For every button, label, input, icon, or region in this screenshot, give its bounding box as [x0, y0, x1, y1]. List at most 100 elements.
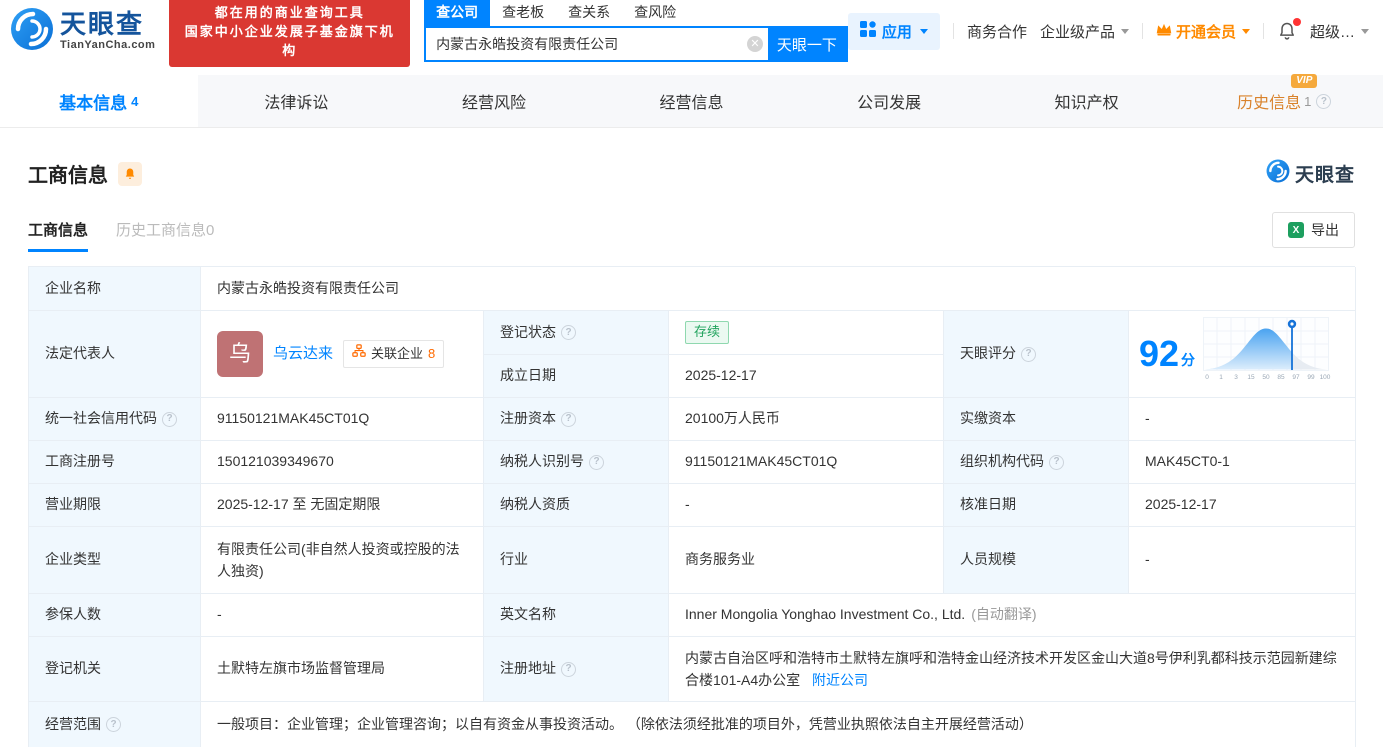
legal-rep-cell: 乌 乌云达来 关联企业 8 — [201, 311, 484, 398]
field-label: 组织机构代码? — [944, 441, 1129, 484]
svg-text:15: 15 — [1247, 374, 1255, 381]
reg-capital-value: 20100万人民币 — [669, 398, 944, 441]
logo-text-en: TianYanCha.com — [60, 39, 156, 51]
subtab-history-business-info[interactable]: 历史工商信息0 — [116, 219, 214, 252]
field-label: 纳税人资质 — [484, 484, 669, 527]
app-grid-icon — [859, 21, 876, 41]
top-menu: 应用 商务合作 企业级产品 开通会员 超级… — [847, 12, 1369, 50]
related-companies-badge[interactable]: 关联企业 8 — [343, 339, 445, 369]
field-label: 天眼评分? — [944, 311, 1129, 398]
subscribe-bell-icon[interactable] — [118, 161, 142, 186]
field-label: 统一社会信用代码? — [29, 398, 201, 441]
field-label: 企业名称 — [29, 267, 201, 311]
help-icon[interactable]: ? — [1316, 93, 1332, 109]
field-label: 法定代表人 — [29, 311, 201, 398]
field-label: 成立日期 — [484, 355, 669, 398]
menu-cooperation[interactable]: 商务合作 — [967, 21, 1027, 42]
divider — [1141, 23, 1143, 39]
company-name-value: 内蒙古永皓投资有限责任公司 — [201, 267, 1356, 311]
help-icon[interactable]: ? — [106, 717, 121, 732]
export-button[interactable]: X 导出 — [1272, 212, 1355, 248]
tab-company-development[interactable]: 公司发展 — [790, 75, 988, 127]
promo-line2: 国家中小企业发展子基金旗下机构 — [184, 23, 395, 58]
search-input[interactable] — [426, 28, 742, 60]
org-code-value: MAK45CT0-1 — [1129, 441, 1356, 484]
svg-text:0: 0 — [1205, 374, 1209, 381]
help-icon[interactable]: ? — [561, 661, 576, 677]
credit-code-value: 91150121MAK45CT01Q — [201, 398, 484, 441]
english-name-value: Inner Mongolia Yonghao Investment Co., L… — [669, 594, 1356, 637]
svg-text:1: 1 — [1219, 374, 1223, 381]
section-header: 工商信息 天眼查 — [28, 159, 1355, 188]
tianyancha-logo[interactable]: 天眼查 TianYanCha.com — [10, 7, 155, 56]
staff-size-value: - — [1129, 527, 1356, 594]
field-label: 营业期限 — [29, 484, 201, 527]
avatar[interactable]: 乌 — [217, 331, 263, 377]
field-label: 核准日期 — [944, 484, 1129, 527]
score-cell[interactable]: 92 分 0 1 3 15 50 85 97 99 100 — [1129, 311, 1356, 398]
help-icon[interactable]: ? — [589, 454, 604, 470]
apps-dropdown[interactable]: 应用 — [847, 12, 940, 50]
svg-text:100: 100 — [1320, 374, 1331, 381]
nearby-companies-link[interactable]: 附近公司 — [812, 672, 868, 688]
search-button[interactable]: 天眼一下 — [767, 28, 846, 60]
field-label: 注册地址? — [484, 637, 669, 702]
help-icon[interactable]: ? — [1049, 454, 1064, 470]
help-icon[interactable]: ? — [561, 411, 576, 427]
taxpayer-id-value: 91150121MAK45CT01Q — [669, 441, 944, 484]
help-icon[interactable]: ? — [561, 325, 576, 340]
tianyancha-logo-icon — [10, 7, 54, 56]
company-type-value: 有限责任公司(非自然人投资或控股的法人独资) — [201, 527, 484, 594]
search-tab-boss[interactable]: 查老板 — [490, 0, 556, 26]
tab-operation-risk[interactable]: 经营风险 — [395, 75, 593, 127]
tab-intellectual-property[interactable]: 知识产权 — [988, 75, 1186, 127]
help-icon[interactable]: ? — [1021, 346, 1036, 362]
field-label: 登记状态? — [484, 311, 669, 355]
tab-count: 4 — [131, 93, 139, 109]
legal-rep-link[interactable]: 乌云达来 — [273, 342, 333, 365]
tab-operation-info[interactable]: 经营信息 — [593, 75, 791, 127]
menu-super-vip[interactable]: 超级… — [1310, 21, 1369, 42]
divider — [952, 23, 954, 39]
search-clear-icon[interactable]: ✕ — [742, 28, 768, 60]
business-term-value: 2025-12-17 至 无固定期限 — [201, 484, 484, 527]
crown-icon — [1156, 22, 1172, 40]
apps-label: 应用 — [881, 23, 912, 41]
reg-status-value: 存续 — [669, 311, 944, 355]
reg-address-value: 内蒙古自治区呼和浩特市土默特左旗呼和浩特金山经济技术开发区金山大道8号伊利乳都科… — [669, 637, 1356, 702]
notification-dot — [1292, 18, 1301, 26]
menu-open-vip[interactable]: 开通会员 — [1156, 21, 1250, 42]
industry-value: 商务服务业 — [669, 527, 944, 594]
field-label: 经营范围? — [29, 702, 201, 747]
field-label: 注册资本? — [484, 398, 669, 441]
search-tab-risk[interactable]: 查风险 — [622, 0, 688, 26]
svg-text:50: 50 — [1262, 374, 1270, 381]
search-tab-relation[interactable]: 查关系 — [556, 0, 622, 26]
divider — [1262, 23, 1264, 39]
subtab-business-info[interactable]: 工商信息 — [28, 219, 89, 252]
notification-bell-icon[interactable] — [1277, 18, 1301, 41]
search-tab-company[interactable]: 查公司 — [424, 0, 491, 26]
score-value: 92 — [1139, 333, 1180, 374]
help-icon[interactable]: ? — [162, 411, 177, 427]
svg-text:97: 97 — [1292, 374, 1300, 381]
menu-enterprise[interactable]: 企业级产品 — [1040, 21, 1129, 42]
tab-legal-proceedings[interactable]: 法律诉讼 — [198, 75, 396, 127]
top-header: 天眼查 TianYanCha.com 都在用的商业查询工具 国家中小企业发展子基… — [0, 0, 1383, 67]
tab-basic-info[interactable]: 基本信息 4 — [0, 75, 198, 127]
field-label: 人员规模 — [944, 527, 1129, 594]
field-label: 实缴资本 — [944, 398, 1129, 441]
establish-date-value: 2025-12-17 — [669, 355, 944, 398]
tab-history-info[interactable]: 历史信息 VIP 1 ? — [1185, 74, 1383, 127]
promo-line1: 都在用的商业查询工具 — [214, 4, 365, 20]
chevron-down-icon — [1120, 28, 1129, 34]
reg-authority-value: 土默特左旗市场监督管理局 — [201, 637, 484, 702]
tab-count: 1 — [1304, 93, 1312, 109]
auto-translate-note: (自动翻译) — [971, 606, 1037, 623]
logo-text-cn: 天眼查 — [60, 9, 145, 39]
org-chart-icon — [352, 344, 366, 364]
svg-text:85: 85 — [1277, 374, 1285, 381]
svg-text:99: 99 — [1307, 374, 1315, 381]
vip-badge: VIP — [1291, 74, 1318, 88]
main-content: 工商信息 天眼查 工商信息 历史工商信息0 X 导出 企业名称 内蒙古永皓投资有… — [0, 159, 1383, 747]
